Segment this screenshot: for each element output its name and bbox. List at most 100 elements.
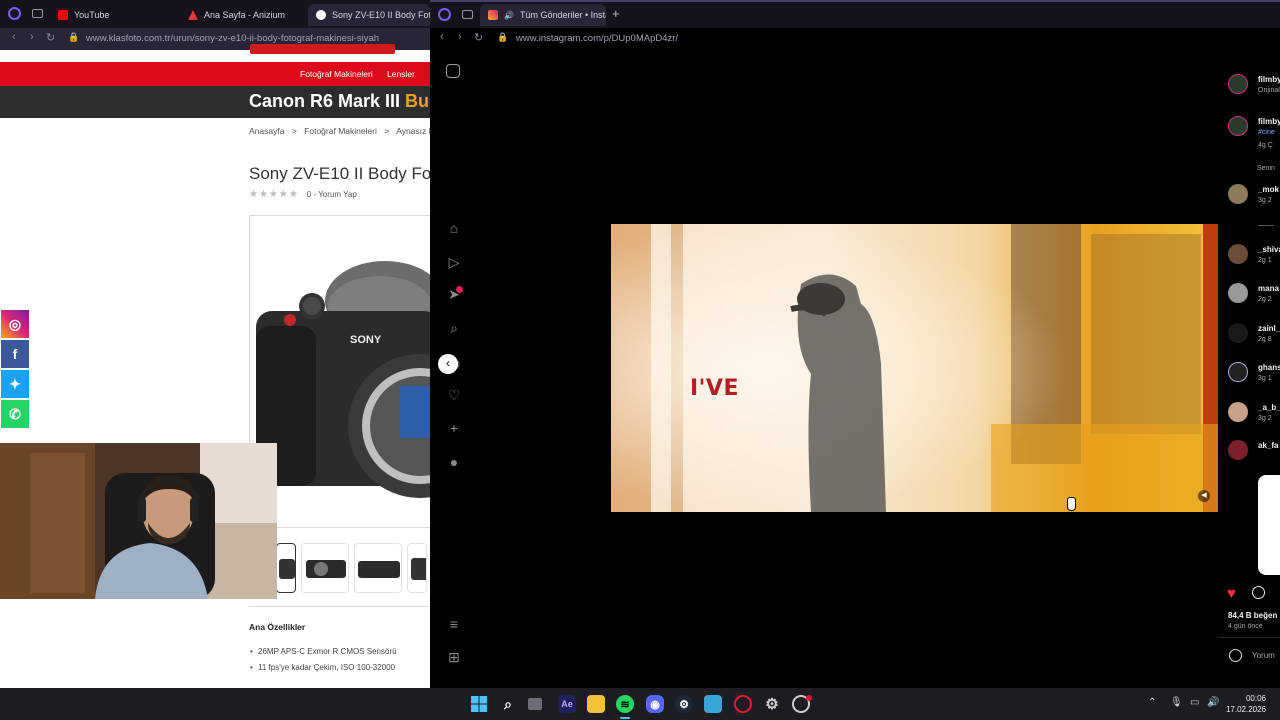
notifications-heart-icon[interactable]: ♡ — [446, 387, 462, 403]
username[interactable]: _a_b_ — [1258, 403, 1280, 412]
meta-apps-icon[interactable]: ⊞ — [446, 649, 462, 665]
breadcrumb-home[interactable]: Anasayfa — [249, 126, 284, 136]
new-tab-button[interactable]: + — [612, 6, 620, 21]
volume-icon[interactable]: 🔊 — [1207, 697, 1219, 708]
left-tab-bar: YouTube Ana Sayfa - Anizium Sony ZV-E10 … — [0, 0, 430, 28]
clock-time: 00:06 — [1245, 694, 1266, 703]
nav-lenses[interactable]: Lensler — [387, 69, 415, 79]
caption-time: 4g Ç — [1258, 142, 1273, 149]
feature-item: 11 fps'ye kadar Çekim, ISO 100-32000 — [250, 663, 395, 672]
audio-label[interactable]: Orijinal — [1258, 87, 1280, 94]
back-icon[interactable]: ‹ — [12, 31, 16, 43]
klasfoto-logo[interactable] — [250, 44, 395, 54]
notification-badge — [456, 286, 463, 293]
promo-banner[interactable]: Canon R6 Mark III Bu — [0, 86, 430, 118]
settings-gear-icon[interactable]: ⚙ — [763, 695, 781, 713]
tab-instagram[interactable]: 🔊 Tüm Gönderiler • Insta — [480, 4, 606, 26]
comment-bubble-icon[interactable] — [1252, 586, 1265, 599]
url-field[interactable]: www.klasfoto.com.tr/urun/sony-zv-e10-ii-… — [86, 33, 379, 44]
avatar[interactable] — [1228, 362, 1248, 382]
username[interactable]: mana — [1258, 284, 1279, 293]
windows-start-icon[interactable] — [470, 695, 488, 713]
thumbnail[interactable] — [276, 543, 296, 593]
username[interactable]: ghans — [1258, 363, 1280, 372]
workspaces-icon[interactable] — [462, 10, 473, 19]
remote-desktop-icon[interactable] — [704, 695, 722, 713]
username[interactable]: _mok — [1258, 185, 1279, 194]
avatar[interactable] — [1228, 402, 1248, 422]
thumbnail[interactable] — [301, 543, 349, 593]
username[interactable]: ak_fa — [1258, 441, 1278, 450]
twitter-share-icon[interactable]: ✦ — [1, 370, 29, 398]
hashtag-link[interactable]: #cine — [1258, 129, 1275, 136]
avatar[interactable] — [1228, 440, 1248, 460]
forward-icon[interactable]: › — [30, 31, 34, 43]
review-link[interactable]: 0 - Yorum Yap — [307, 190, 357, 199]
username[interactable]: filmby — [1258, 117, 1280, 126]
tab-klasfoto[interactable]: Sony ZV-E10 II Body Fotoğ — [308, 4, 430, 26]
video-caption-text: I'VE — [690, 376, 739, 401]
system-clock[interactable]: 00:06 17.02.2026 — [1226, 693, 1266, 715]
facebook-share-icon[interactable]: f — [1, 340, 29, 368]
opera-logo-icon[interactable] — [8, 7, 21, 20]
avatar[interactable] — [1228, 244, 1248, 264]
create-plus-icon[interactable]: + — [446, 420, 462, 436]
discord-icon[interactable]: ◉ — [646, 695, 664, 713]
nav-cameras[interactable]: Fotoğraf Makineleri — [300, 69, 373, 79]
whatsapp-share-icon[interactable]: ✆ — [1, 400, 29, 428]
breadcrumb-cameras[interactable]: Fotoğraf Makineleri — [304, 126, 377, 136]
instagram-share-icon[interactable]: ◎ — [1, 310, 29, 338]
avatar[interactable] — [1228, 184, 1248, 204]
breadcrumb: Anasayfa > Fotoğraf Makineleri > Aynasız… — [249, 126, 430, 136]
steam-icon[interactable]: ⚙ — [675, 695, 693, 713]
likes-count[interactable]: 84,4 B beğen — [1228, 611, 1277, 620]
breadcrumb-mirrorless[interactable]: Aynasız Fo — [396, 126, 430, 136]
file-explorer-icon[interactable] — [587, 695, 605, 713]
avatar[interactable] — [1228, 323, 1248, 343]
username[interactable]: _shiva — [1258, 245, 1280, 254]
reels-icon[interactable]: ▷ — [446, 254, 462, 270]
display-icon[interactable]: ▭ — [1190, 697, 1199, 708]
speaker-icon[interactable]: 🔊 — [504, 11, 514, 20]
workspaces-icon[interactable] — [32, 9, 43, 18]
tab-anizium[interactable]: Ana Sayfa - Anizium — [180, 4, 305, 26]
microphone-icon[interactable]: 🎙 — [1170, 697, 1183, 708]
avatar[interactable] — [1228, 74, 1248, 94]
clock-date: 17.02.2026 — [1225, 705, 1266, 714]
features-title: Ana Özellikler — [249, 622, 306, 632]
reload-icon[interactable]: ↻ — [46, 31, 55, 44]
after-effects-icon[interactable]: Ae — [558, 695, 576, 713]
opera-logo-icon[interactable] — [438, 8, 451, 21]
video-player[interactable] — [611, 224, 1218, 512]
forward-icon[interactable]: › — [458, 31, 462, 43]
webcam-overlay — [0, 443, 277, 599]
instagram-logo-icon[interactable] — [446, 64, 460, 78]
emoji-icon[interactable] — [1229, 649, 1242, 662]
comment-image-preview[interactable] — [1258, 475, 1280, 575]
home-icon[interactable]: ⌂ — [446, 220, 462, 236]
avatar[interactable] — [1228, 116, 1248, 136]
search-icon[interactable]: ⌕ — [499, 695, 517, 713]
spotify-icon[interactable]: ≋ — [616, 695, 634, 713]
opera-gx-icon[interactable] — [734, 695, 752, 713]
username[interactable]: filmby — [1258, 75, 1280, 84]
comment-input[interactable]: Yorum — [1252, 651, 1275, 660]
comment-meta: 2g 1 — [1258, 257, 1272, 264]
thumbnail[interactable] — [407, 543, 427, 593]
task-view-icon[interactable] — [528, 698, 542, 710]
previous-post-button[interactable]: ‹ — [438, 354, 458, 374]
profile-icon[interactable]: ● — [446, 454, 462, 470]
mute-icon[interactable]: ◀ — [1198, 490, 1210, 502]
menu-icon[interactable]: ≡ — [446, 616, 462, 632]
tray-overflow-icon[interactable]: ⌃ — [1148, 697, 1156, 708]
back-icon[interactable]: ‹ — [440, 31, 444, 43]
right-address-bar: ‹ › ↻ 🔒 www.instagram.com/p/DUp0MApD4zr/ — [430, 28, 1280, 50]
username[interactable]: zainl_ — [1258, 324, 1280, 333]
tab-youtube[interactable]: YouTube — [50, 4, 175, 26]
like-heart-icon[interactable]: ♥ — [1227, 585, 1236, 602]
reload-icon[interactable]: ↻ — [474, 31, 483, 44]
url-field[interactable]: www.instagram.com/p/DUp0MApD4zr/ — [516, 33, 678, 44]
avatar[interactable] — [1228, 283, 1248, 303]
thumbnail[interactable] — [354, 543, 402, 593]
search-icon[interactable]: ⌕ — [446, 320, 462, 336]
